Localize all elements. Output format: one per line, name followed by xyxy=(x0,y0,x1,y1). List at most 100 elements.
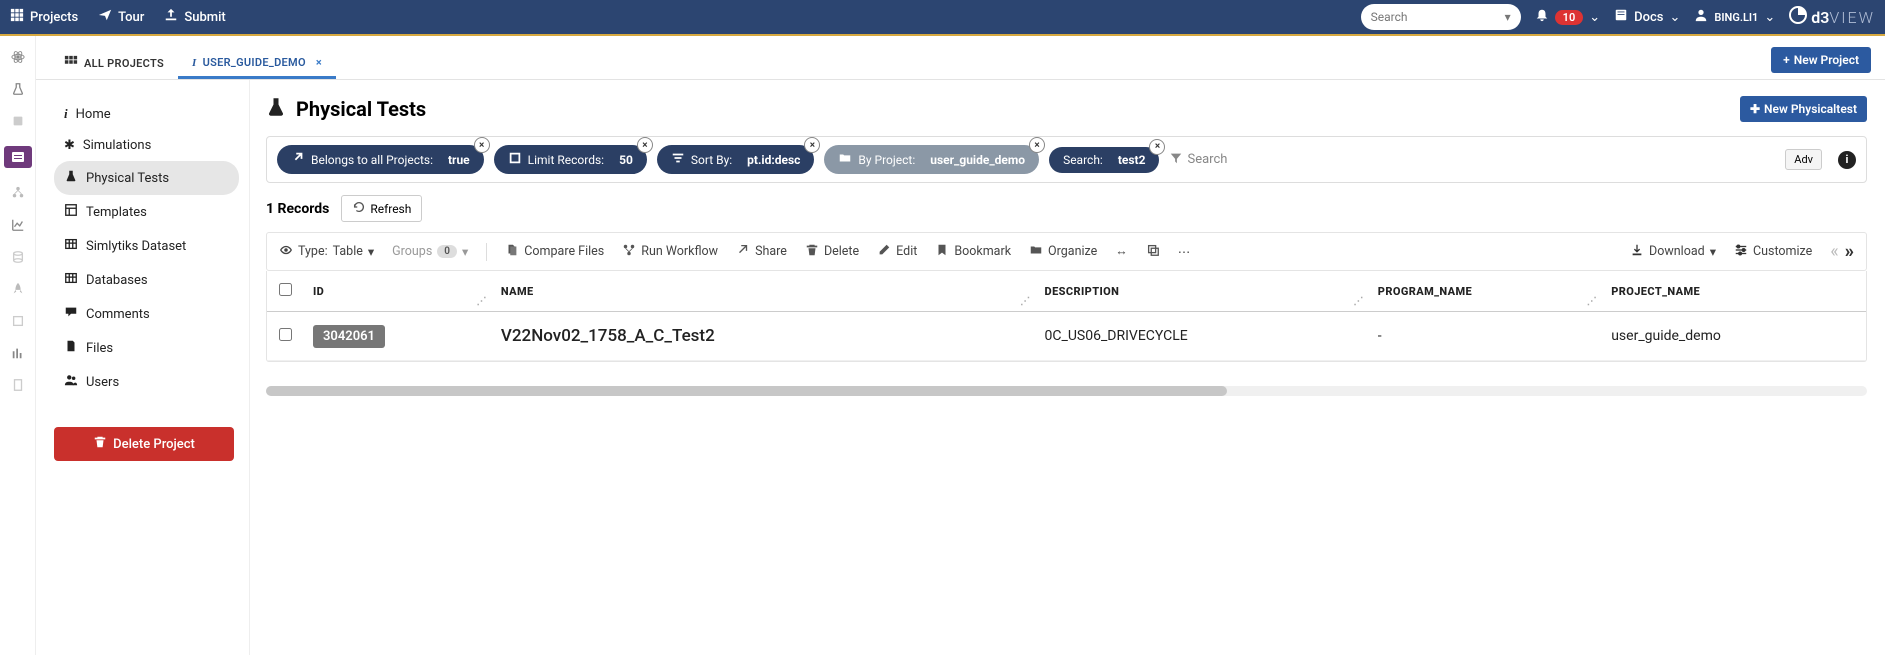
pill-value: pt.id:desc xyxy=(747,153,800,167)
sidebar-item-templates[interactable]: Templates xyxy=(54,195,239,229)
close-icon[interactable]: × xyxy=(1029,137,1045,153)
rail-doc[interactable] xyxy=(0,378,35,392)
table-row[interactable]: 3042061 V22Nov02_1758_A_C_Test2 0C_US06_… xyxy=(267,312,1866,361)
tool-bookmark[interactable]: Bookmark xyxy=(935,243,1011,261)
sidebar-item-databases[interactable]: Databases xyxy=(54,263,239,297)
resize-handle-icon[interactable]: ⋰ xyxy=(1020,296,1030,307)
logo[interactable]: d3VIEW xyxy=(1789,6,1875,28)
tool-share[interactable]: Share xyxy=(736,243,787,261)
filter-search-input[interactable]: Search xyxy=(1169,151,1227,169)
main: Physical Tests ✚ New Physicaltest Belong… xyxy=(250,80,1885,655)
tool-type[interactable]: Type: Table ▾ xyxy=(279,243,374,261)
adv-button[interactable]: Adv xyxy=(1785,149,1822,170)
rail-atom[interactable] xyxy=(0,50,35,64)
nav-projects[interactable]: Projects xyxy=(10,8,78,26)
row-id-badge[interactable]: 3042061 xyxy=(313,325,385,348)
page-title: Physical Tests xyxy=(266,97,426,122)
new-physicaltest-button[interactable]: ✚ New Physicaltest xyxy=(1740,96,1867,122)
sidebar-item-simlytiks[interactable]: Simlytiks Dataset xyxy=(54,229,239,263)
scrollbar-thumb[interactable] xyxy=(266,386,1227,396)
filter-pill-limit[interactable]: Limit Records: 50 × xyxy=(494,145,647,174)
tool-delete[interactable]: Delete xyxy=(805,243,859,261)
row-description: 0C_US06_DRIVECYCLE xyxy=(1035,312,1368,361)
nav-tour[interactable]: Tour xyxy=(98,8,144,26)
sidebar-label: Simlytiks Dataset xyxy=(86,239,186,254)
sidebar-item-physical-tests[interactable]: Physical Tests xyxy=(54,161,239,195)
docs-menu[interactable]: Docs ⌄ xyxy=(1614,8,1680,26)
user-menu[interactable]: BING.LI1 ⌄ xyxy=(1694,8,1775,26)
customize-label: Customize xyxy=(1753,244,1812,259)
tool-compare[interactable]: Compare Files xyxy=(505,243,604,261)
resize-handle-icon[interactable]: ⋰ xyxy=(476,296,486,307)
filter-pill-search[interactable]: Search: test2 × xyxy=(1049,147,1159,173)
tool-organize[interactable]: Organize xyxy=(1029,243,1097,261)
col-project[interactable]: PROJECT_NAME xyxy=(1601,271,1866,312)
global-search[interactable]: Search ▾ xyxy=(1361,4,1521,30)
sidebar-item-comments[interactable]: Comments xyxy=(54,297,239,331)
col-id[interactable]: ID⋰ xyxy=(303,271,491,312)
notifications[interactable]: 10 ⌄ xyxy=(1535,8,1600,26)
nav-submit[interactable]: Submit xyxy=(164,8,225,26)
filter-pill-byproject[interactable]: By Project: user_guide_demo × xyxy=(824,145,1039,174)
filter-pill-sort[interactable]: Sort By: pt.id:desc × xyxy=(657,145,815,174)
col-name[interactable]: NAME ⋰ xyxy=(491,271,1035,312)
pill-value: true xyxy=(448,153,470,167)
tab-current-project[interactable]: i USER_GUIDE_DEMO × xyxy=(178,48,336,79)
tab-close-icon[interactable]: × xyxy=(316,56,322,69)
tool-workflow[interactable]: Run Workflow xyxy=(622,243,718,261)
tool-more[interactable]: ⋯ xyxy=(1178,244,1191,260)
sidebar-item-files[interactable]: Files xyxy=(54,331,239,365)
col-name-label: NAME xyxy=(501,285,534,298)
username-label: BING.LI1 xyxy=(1714,11,1758,24)
rail-chart[interactable] xyxy=(0,218,35,232)
resize-handle-icon[interactable]: ⋰ xyxy=(1587,296,1597,307)
rail-db1[interactable] xyxy=(0,114,35,128)
close-icon[interactable]: × xyxy=(474,137,490,153)
flask-icon xyxy=(64,169,78,187)
rail-active[interactable] xyxy=(0,146,35,168)
rail-box[interactable] xyxy=(0,314,35,328)
row-name[interactable]: V22Nov02_1758_A_C_Test2 xyxy=(491,312,1035,361)
filter-pill-belongs[interactable]: Belongs to all Projects: true × xyxy=(277,145,484,174)
tool-download[interactable]: Download ▾ xyxy=(1630,243,1716,261)
rail-storage[interactable] xyxy=(0,250,35,264)
horizontal-scrollbar[interactable] xyxy=(266,386,1867,396)
close-icon[interactable]: × xyxy=(1149,139,1165,155)
tool-expand-h[interactable]: ↔ xyxy=(1115,244,1128,259)
close-icon[interactable]: × xyxy=(637,137,653,153)
resize-handle-icon[interactable]: ⋰ xyxy=(1353,296,1363,307)
file-icon xyxy=(64,339,78,357)
tool-groups[interactable]: Groups 0 ▾ xyxy=(392,244,468,260)
rail-rocket[interactable] xyxy=(0,282,35,296)
tool-edit[interactable]: Edit xyxy=(877,243,917,261)
share-icon xyxy=(291,151,305,168)
type-value: Table xyxy=(333,244,363,259)
refresh-button[interactable]: Refresh xyxy=(341,195,422,222)
delete-project-button[interactable]: Delete Project xyxy=(54,427,234,461)
tab-all-projects[interactable]: All Projects xyxy=(50,47,178,79)
chevron-left-double-icon[interactable]: « xyxy=(1830,241,1838,262)
row-checkbox[interactable] xyxy=(279,328,292,341)
sidebar-item-home[interactable]: i Home xyxy=(54,98,239,130)
trash-icon xyxy=(805,243,819,261)
rail-tree[interactable] xyxy=(0,186,35,200)
info-button[interactable]: i xyxy=(1838,151,1856,169)
close-icon[interactable]: × xyxy=(804,137,820,153)
chevron-right-double-icon[interactable]: » xyxy=(1845,241,1854,262)
tool-customize[interactable]: Customize xyxy=(1734,243,1812,261)
select-all-checkbox[interactable] xyxy=(279,283,292,296)
rail-bars[interactable] xyxy=(0,346,35,360)
sidebar-item-users[interactable]: Users xyxy=(54,365,239,399)
logo-view: VIEW xyxy=(1829,8,1875,27)
pill-label: Belongs to all Projects: xyxy=(311,153,433,167)
table-icon xyxy=(64,237,78,255)
sidebar-item-simulations[interactable]: ✱ Simulations xyxy=(54,130,239,161)
new-physicaltest-label: New Physicaltest xyxy=(1764,102,1857,116)
col-program[interactable]: PROGRAM_NAME⋰ xyxy=(1368,271,1601,312)
rail-flask[interactable] xyxy=(0,82,35,96)
col-description[interactable]: DESCRIPTION⋰ xyxy=(1035,271,1368,312)
tool-copy[interactable] xyxy=(1146,243,1160,261)
new-project-button[interactable]: + New Project xyxy=(1771,47,1871,73)
bell-icon xyxy=(1535,8,1549,26)
plus-square-icon: ✚ xyxy=(1750,102,1760,116)
